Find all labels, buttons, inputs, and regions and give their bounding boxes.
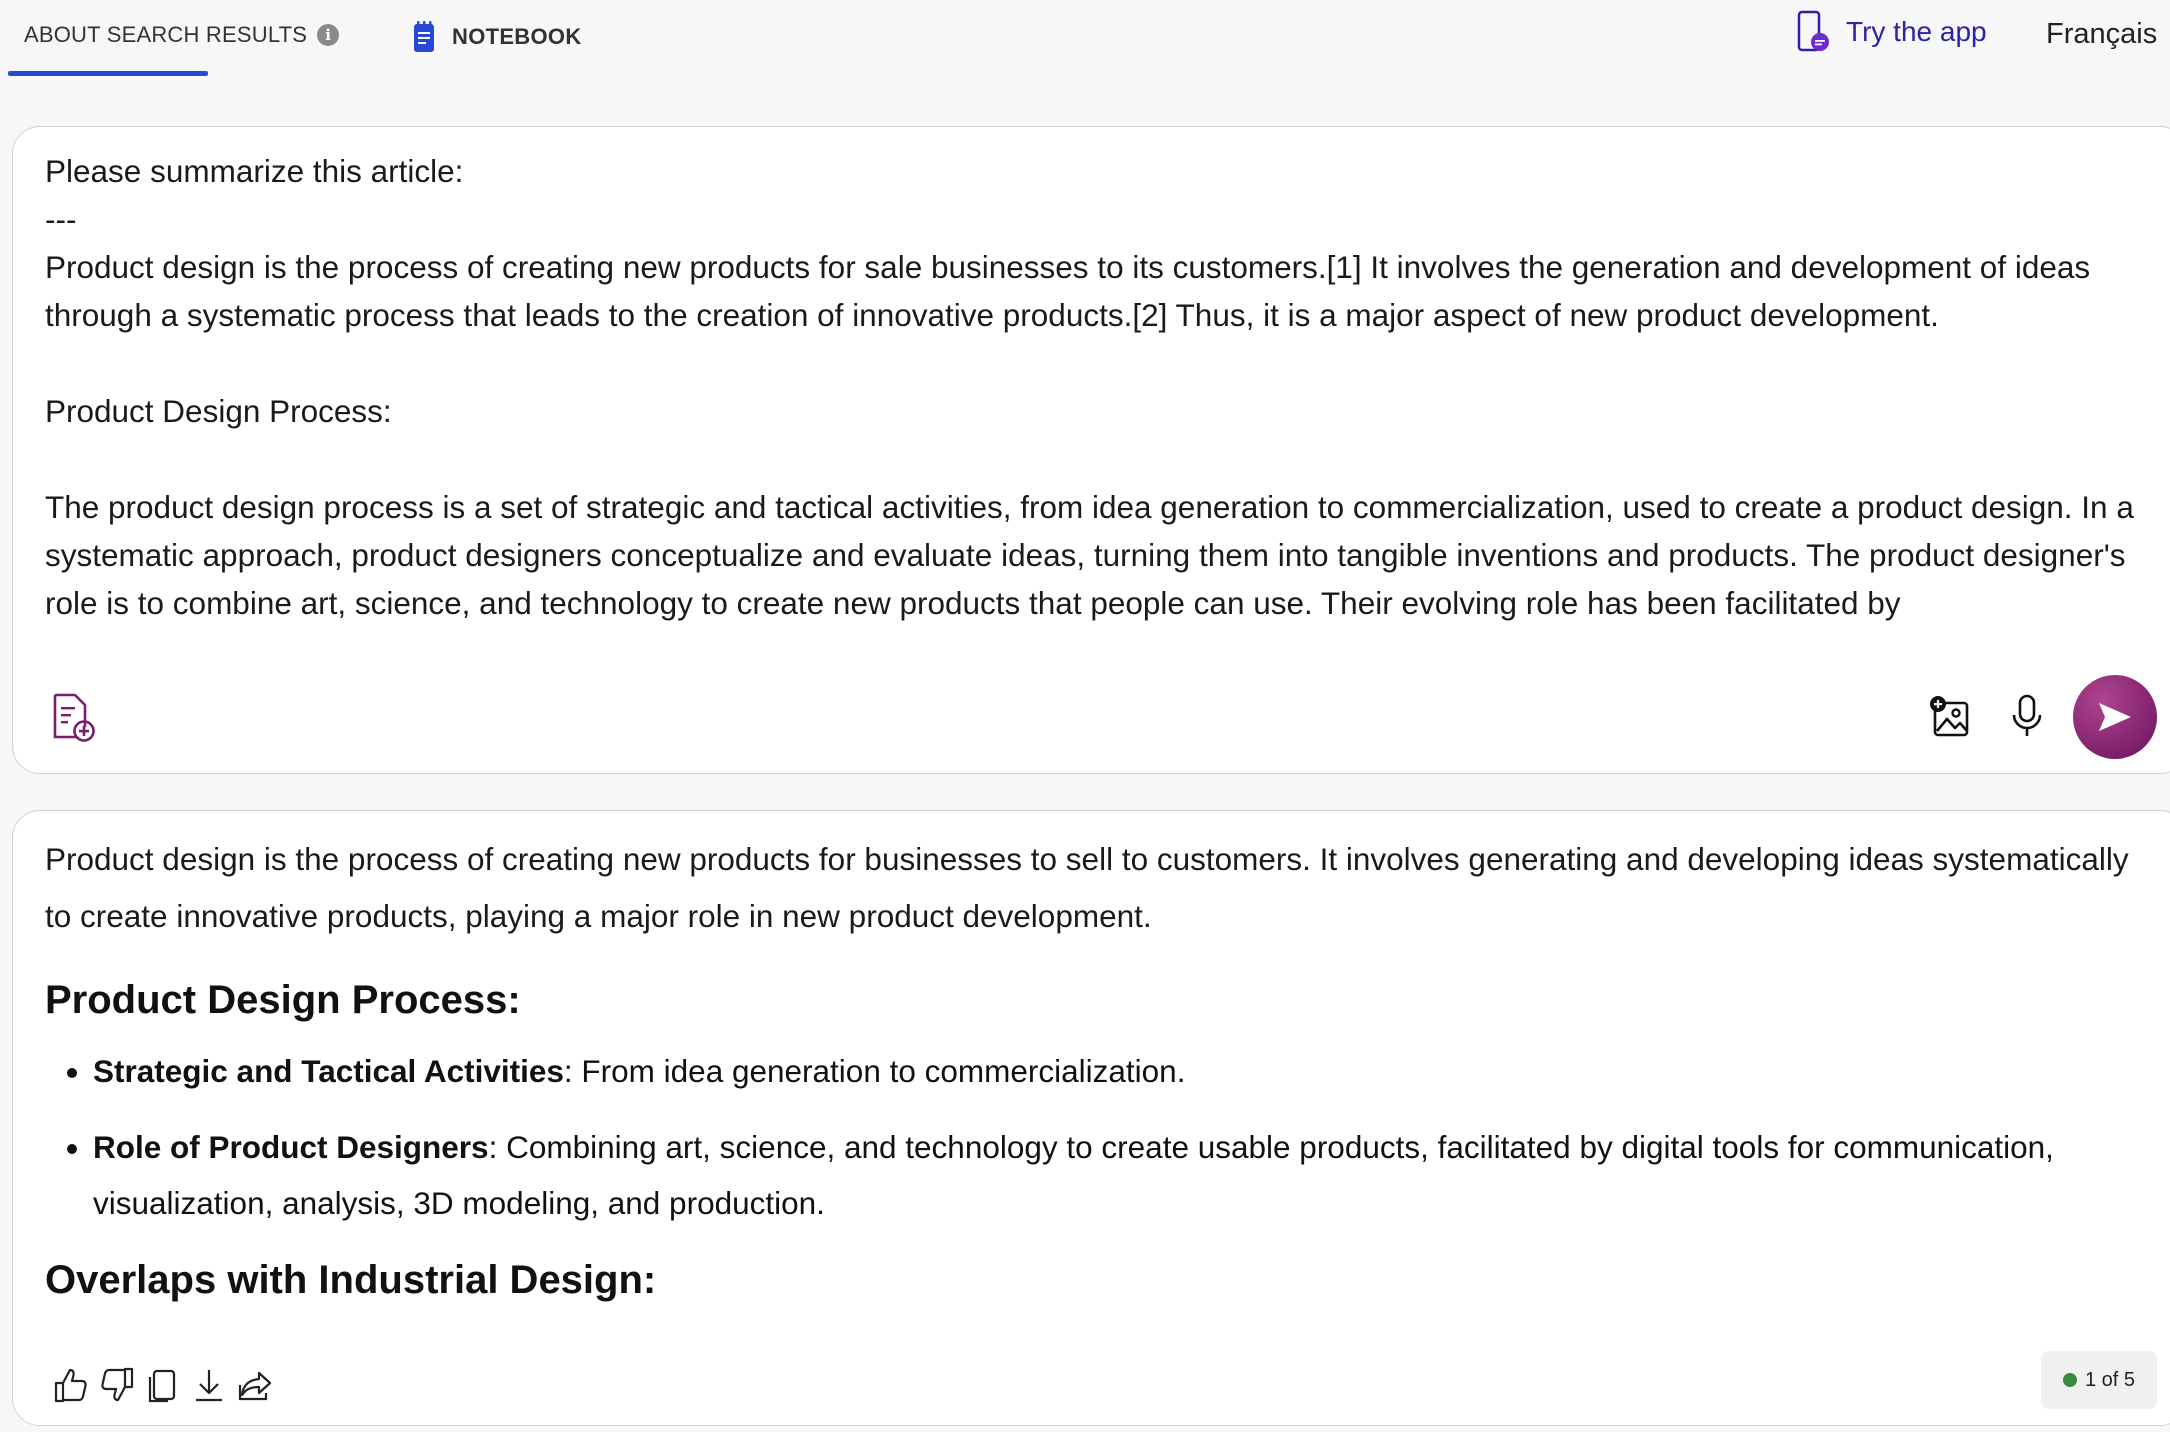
top-bar: ABOUT SEARCH RESULTS i NOTEBOOK Try the … — [0, 0, 2170, 80]
tab-about-label: ABOUT SEARCH RESULTS — [24, 22, 308, 47]
bullet-title: Role of Product Designers — [93, 1129, 489, 1165]
info-icon[interactable]: i — [317, 24, 340, 46]
response-card: Product design is the process of creatin… — [12, 810, 2170, 1426]
prompt-line: Please summarize this article: — [45, 153, 464, 189]
bullet-title: Strategic and Tactical Activities — [93, 1053, 564, 1089]
download-button[interactable] — [189, 1365, 229, 1405]
prompt-line: Product Design Process: — [45, 393, 392, 429]
send-icon — [2099, 703, 2131, 731]
response-bullet-list: Strategic and Tactical Activities: From … — [45, 1043, 2145, 1231]
response-body: Product design is the process of creatin… — [45, 831, 2145, 1305]
copy-icon — [148, 1369, 176, 1403]
share-icon — [238, 1371, 272, 1401]
phone-chat-icon — [1797, 10, 1829, 52]
add-image-button[interactable] — [1929, 695, 1973, 739]
copy-button[interactable] — [143, 1365, 183, 1405]
prompt-line: The product design process is a set of s… — [45, 489, 2143, 621]
thumbs-up-icon — [54, 1368, 87, 1403]
language-switch[interactable]: Français — [2046, 18, 2157, 51]
microphone-icon — [2012, 694, 2042, 736]
send-button[interactable] — [2073, 675, 2157, 759]
response-action-bar — [13, 1339, 2170, 1425]
image-add-icon — [1930, 696, 1969, 737]
download-icon — [196, 1370, 222, 1402]
thumbs-up-button[interactable] — [51, 1365, 91, 1405]
response-counter-badge[interactable]: 1 of 5 — [2041, 1351, 2157, 1409]
response-counter-label: 1 of 5 — [2084, 1368, 2136, 1391]
try-app-label: Try the app — [1846, 16, 1987, 47]
prompt-textarea[interactable]: Please summarize this article: --- Product… — [45, 147, 2155, 647]
status-dot-icon — [2062, 1373, 2077, 1387]
response-heading-process: Product Design Process: — [45, 978, 521, 1022]
add-document-button[interactable] — [49, 691, 97, 743]
notebook-icon — [414, 21, 434, 52]
try-app-link[interactable]: Try the app — [1796, 10, 1987, 54]
response-intro: Product design is the process of creatin… — [45, 841, 2129, 934]
tab-notebook-label: NOTEBOOK — [452, 24, 582, 49]
prompt-line: --- — [45, 201, 77, 237]
thumbs-down-button[interactable] — [97, 1365, 137, 1405]
bullet-text: : From idea generation to commercializat… — [563, 1053, 1186, 1089]
thumbs-down-icon — [101, 1367, 134, 1402]
prompt-line: Product design is the process of creatin… — [45, 249, 2099, 333]
list-item: Role of Product Designers: Combining art… — [93, 1119, 2145, 1231]
active-tab-indicator — [8, 71, 208, 76]
prompt-blank-line — [45, 339, 2155, 387]
tab-notebook[interactable]: NOTEBOOK — [412, 20, 582, 54]
tab-about-search-results[interactable]: ABOUT SEARCH RESULTS i — [24, 22, 340, 48]
share-button[interactable] — [235, 1365, 275, 1405]
document-add-icon — [53, 693, 95, 742]
microphone-button[interactable] — [2007, 693, 2047, 739]
response-heading-overlaps: Overlaps with Industrial Design: — [45, 1258, 657, 1302]
list-item: Strategic and Tactical Activities: From … — [93, 1043, 2145, 1099]
prompt-blank-line — [45, 435, 2155, 483]
prompt-input-card[interactable]: Please summarize this article: --- Product… — [12, 126, 2170, 774]
